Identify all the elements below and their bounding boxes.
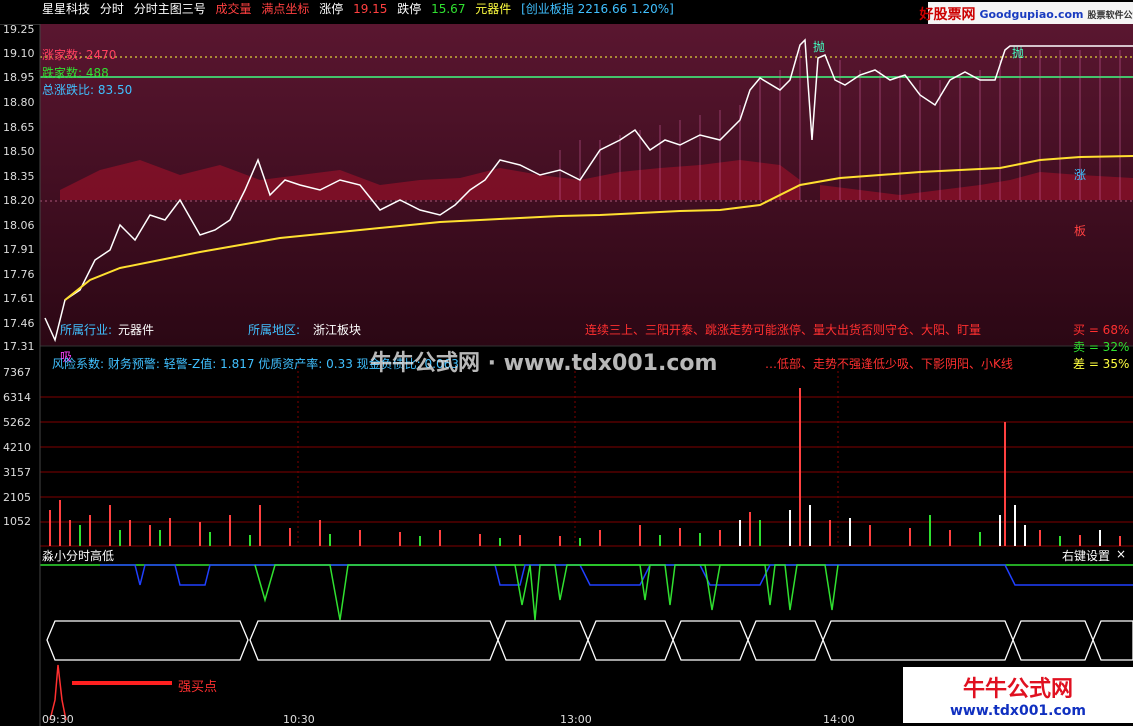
- price-tick: 18.95: [3, 71, 35, 84]
- pattern-text-2: …低部、走势不强逢低少吸、下影阴阳、小K线: [765, 357, 1013, 371]
- strong-buy-spike: [49, 664, 67, 721]
- price-tick: 19.25: [3, 23, 35, 36]
- price-tick: 19.10: [3, 47, 35, 60]
- indicator-hexagons: [46, 620, 1133, 661]
- region-value: 浙江板块: [313, 323, 362, 337]
- price-tick: 17.76: [3, 268, 35, 281]
- watermark: 牛牛公式网 · www.tdx001.com: [370, 351, 718, 376]
- price-tick: 18.65: [3, 121, 35, 134]
- price-tick: 17.46: [3, 317, 35, 330]
- volume-tick: 7367: [3, 366, 31, 379]
- vertical-grid: [297, 366, 839, 546]
- time-tick: 14:00: [823, 713, 855, 726]
- price-tick: 17.91: [3, 243, 35, 256]
- time-tick: 10:30: [283, 713, 315, 726]
- indicator-title[interactable]: 淼小分时高低: [42, 547, 114, 564]
- close-icon[interactable]: ×: [1116, 547, 1126, 561]
- volume-tick: 2105: [3, 491, 31, 504]
- industry-value: 元器件: [118, 323, 155, 337]
- up-down-ratio: 总涨跌比: 83.50: [42, 83, 133, 97]
- up-count: 涨家数: 2470: [42, 48, 117, 62]
- throw-marker: 抛: [1012, 46, 1025, 60]
- diff-pct: 差 = 35%: [1073, 357, 1130, 371]
- price-tick: 17.31: [3, 340, 35, 353]
- price-tick: 18.35: [3, 170, 35, 183]
- strong-buy-label: 强买点: [178, 680, 218, 695]
- red-histogram: [60, 160, 1133, 200]
- brand-bottom-name: 牛牛公式网: [962, 677, 1073, 702]
- brand-bottom-domain: www.tdx001.com: [949, 703, 1086, 719]
- volume-tick: 6314: [3, 391, 31, 404]
- volume-tick: 4210: [3, 441, 31, 454]
- volume-tick: 3157: [3, 466, 31, 479]
- zhang-marker: 涨: [1074, 168, 1087, 182]
- price-tick: 18.80: [3, 96, 35, 109]
- right-settings[interactable]: 右键设置: [1062, 547, 1110, 564]
- time-tick: 13:00: [560, 713, 592, 726]
- ban-marker: 板: [1074, 224, 1087, 238]
- price-tick: 18.20: [3, 194, 35, 207]
- indicator-green-line: [254, 564, 839, 621]
- down-count: 跌家数: 488: [42, 66, 109, 80]
- industry-label: 所属行业:: [60, 323, 113, 337]
- throw-marker: 抛: [813, 40, 826, 54]
- volume-grid: [40, 396, 1133, 547]
- price-tick: 18.50: [3, 145, 35, 158]
- indicator-blue-line: [100, 564, 1133, 586]
- sell-pct: 卖 = 32%: [1073, 340, 1130, 354]
- brand-logo-bottom: 牛牛公式网 www.tdx001.com: [903, 667, 1133, 723]
- price-tick: 17.61: [3, 292, 35, 305]
- price-tick: 18.06: [3, 219, 35, 232]
- buy-pct: 买 = 68%: [1073, 323, 1130, 337]
- volume-tick: 1052: [3, 515, 31, 528]
- region-label: 所属地区:: [248, 323, 301, 337]
- volume-tick: 5262: [3, 416, 31, 429]
- time-tick: 09:30: [42, 713, 74, 726]
- pattern-text-1: 连续三上、三阳开泰、跳涨走势可能涨停、量大出货否则守仓、大阳、盯量: [585, 323, 982, 337]
